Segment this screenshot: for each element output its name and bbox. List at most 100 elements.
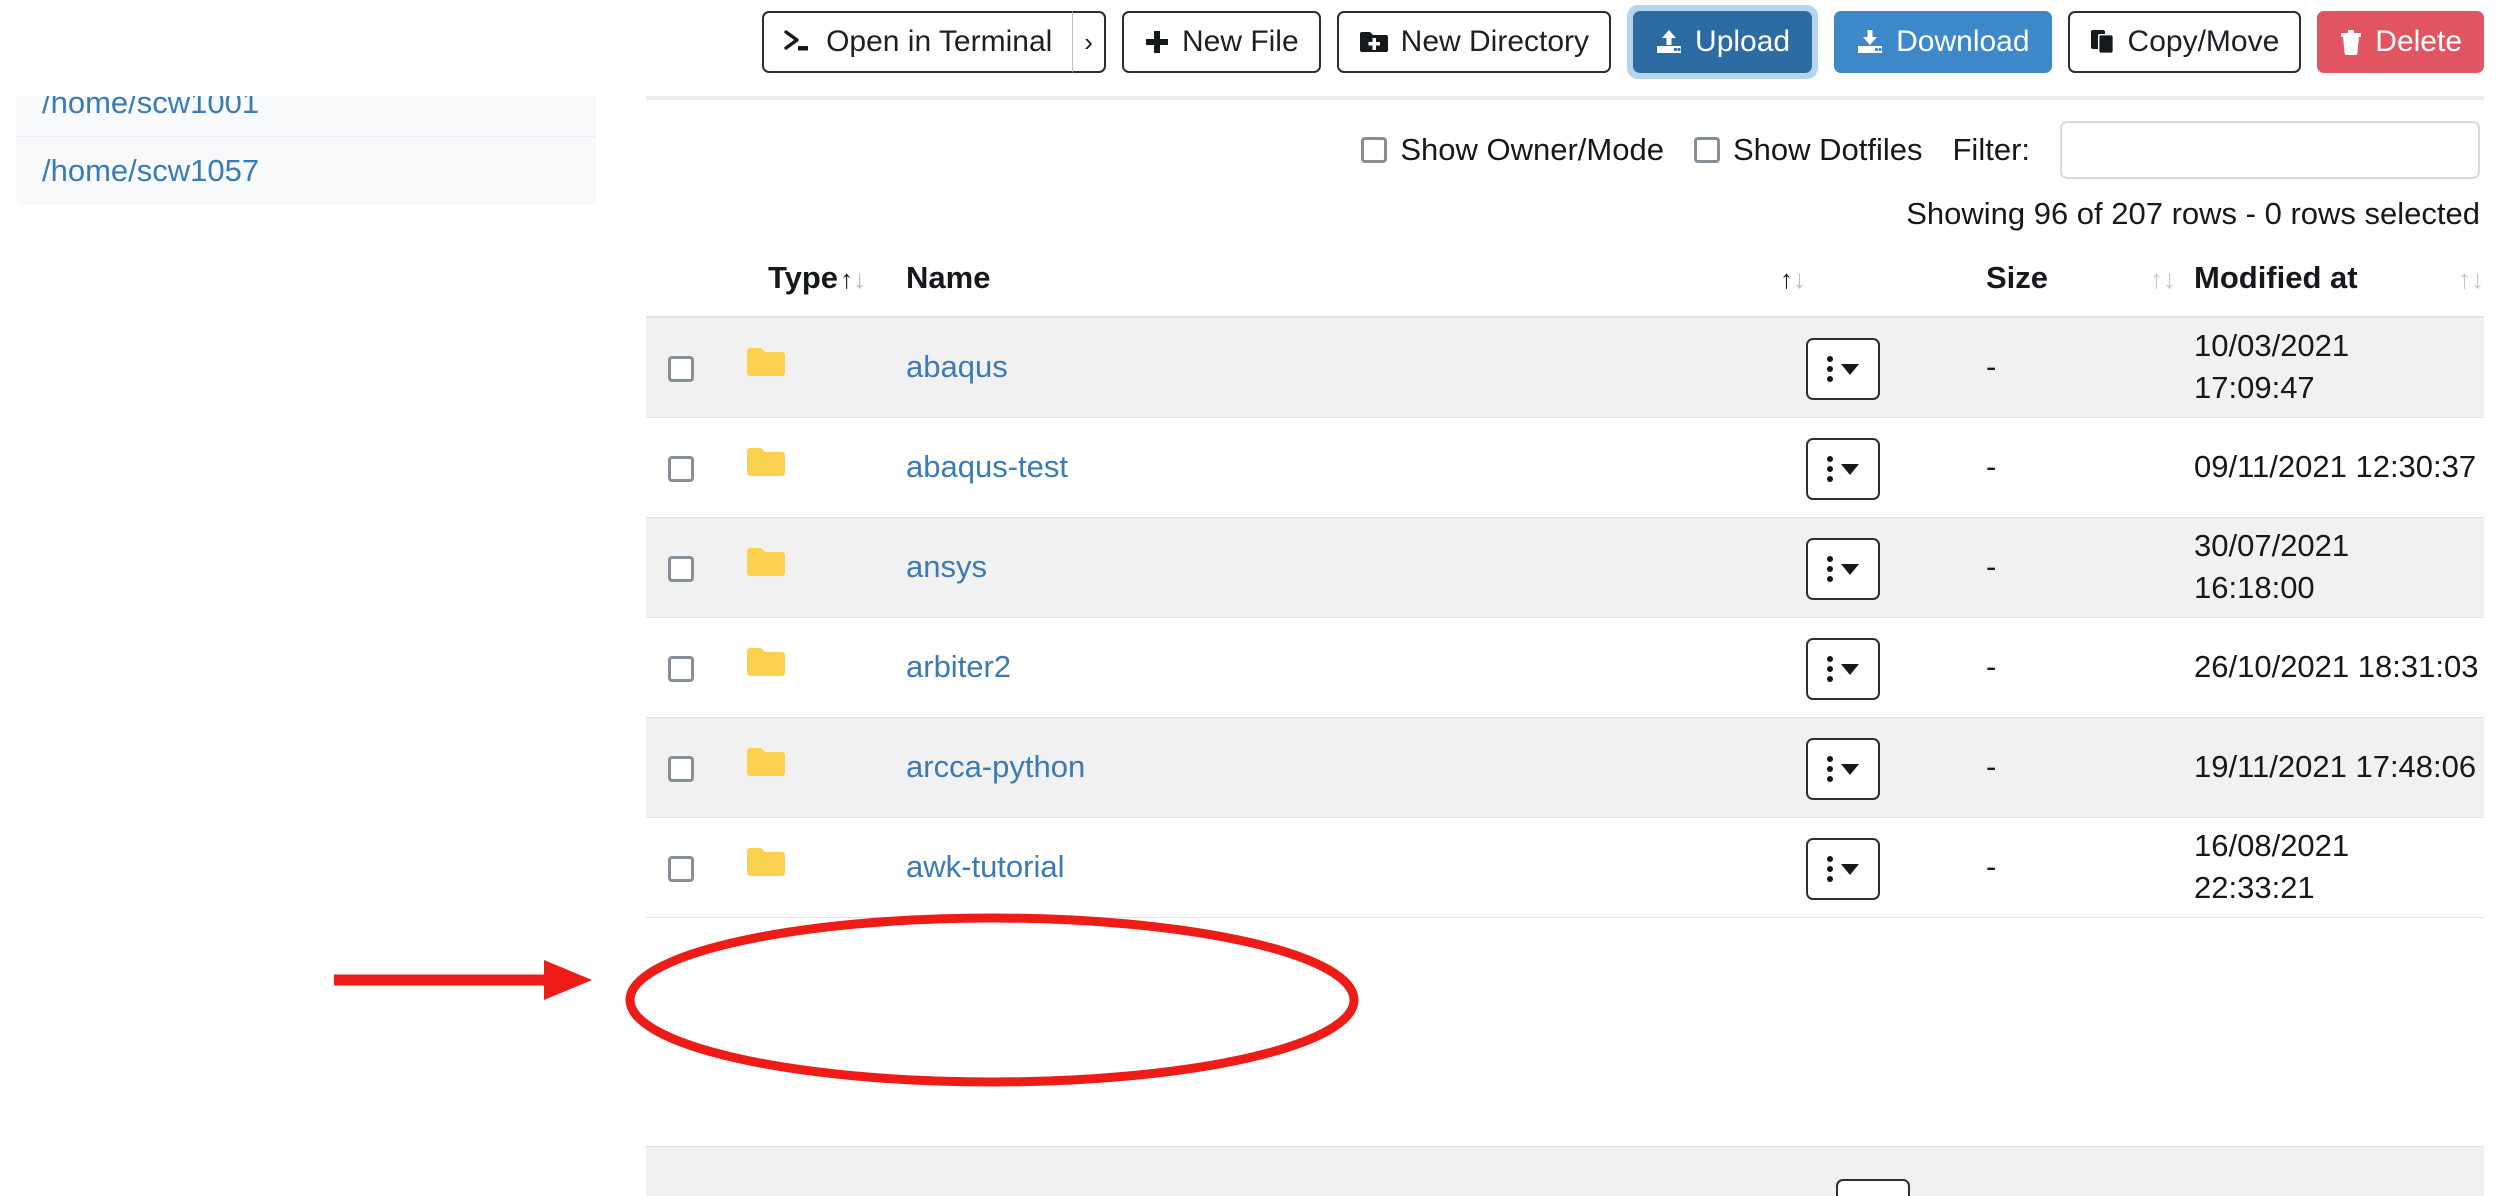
trash-icon bbox=[2339, 29, 2363, 55]
download-icon bbox=[1856, 29, 1884, 55]
file-link[interactable]: abaqus-test bbox=[906, 449, 1068, 484]
show-dotfiles-checkbox[interactable] bbox=[1693, 137, 1720, 163]
new-directory-button[interactable]: New Directory bbox=[1336, 11, 1612, 73]
row-select-checkbox[interactable] bbox=[668, 555, 694, 582]
upload-label: Upload bbox=[1695, 25, 1791, 58]
filter-input[interactable] bbox=[2060, 121, 2480, 179]
row-actions-kebab[interactable] bbox=[1806, 838, 1880, 900]
row-name-cell: arbiter2 bbox=[906, 617, 1806, 718]
kebab-dots-icon bbox=[1827, 456, 1833, 482]
table-row[interactable]: abaqus-test -09/11/2021 12:30:37 bbox=[646, 417, 2484, 518]
sort-desc-icon[interactable]: ↓ bbox=[2471, 266, 2484, 292]
row-size-cell: - bbox=[1986, 817, 2176, 918]
copy-icon bbox=[2090, 29, 2116, 55]
sort-toggle-name[interactable]: ↑ ↓ bbox=[1780, 266, 1806, 292]
sidebar-item-path-2[interactable]: /home/scw1057 bbox=[16, 136, 596, 206]
column-header-name[interactable]: Name ↑ ↓ bbox=[906, 246, 1806, 318]
table-row[interactable]: awk-tutorial -16/08/2021 22:33:21 bbox=[646, 817, 2484, 918]
row-select-cell bbox=[646, 717, 746, 818]
open-in-terminal-dropdown-toggle[interactable]: › bbox=[1073, 11, 1106, 73]
caret-down-icon bbox=[1841, 363, 1859, 375]
row-size-cell: - bbox=[1986, 517, 2176, 618]
row-modified-line: 19/11/2021 17:48:06 bbox=[2194, 749, 2477, 785]
row-select-checkbox[interactable] bbox=[668, 356, 694, 383]
row-actions-cell bbox=[1806, 717, 1986, 818]
download-button[interactable]: Download bbox=[1834, 11, 2052, 73]
row-modified-line: 22:33:21 bbox=[2194, 870, 2315, 905]
row-name-cell: abaqus-test bbox=[906, 417, 1806, 518]
row-actions-kebab[interactable] bbox=[1806, 538, 1880, 600]
file-link[interactable]: abaqus bbox=[906, 349, 1008, 384]
show-owner-mode-checkbox[interactable] bbox=[1361, 137, 1388, 163]
row-select-cell bbox=[646, 317, 746, 418]
sort-asc-icon[interactable]: ↑ bbox=[2458, 266, 2471, 292]
row-select-checkbox[interactable] bbox=[668, 455, 694, 482]
table-row[interactable]: ansys -30/07/2021 16:18:00 bbox=[646, 517, 2484, 618]
show-dotfiles-label: Show Dotfiles bbox=[1732, 132, 1923, 167]
sort-toggle-type[interactable]: ↑ ↓ bbox=[840, 266, 866, 292]
row-actions-kebab[interactable] bbox=[1806, 338, 1880, 401]
row-modified-line: 16/08/2021 bbox=[2194, 828, 2350, 864]
kebab-dots-icon bbox=[1827, 356, 1833, 383]
row-name-cell: awk-tutorial bbox=[906, 817, 1806, 918]
row-actions-kebab[interactable] bbox=[1806, 738, 1880, 800]
row-modified-line: 10/03/2021 bbox=[2194, 328, 2350, 364]
row-actions-cell bbox=[1806, 317, 1986, 418]
row-select-checkbox[interactable] bbox=[668, 755, 694, 782]
folder-icon bbox=[746, 447, 786, 479]
kebab-dots-icon bbox=[1827, 856, 1833, 882]
row-size-cell: - bbox=[1986, 317, 2176, 418]
row-actions-kebab[interactable] bbox=[1806, 638, 1880, 700]
show-owner-mode-label: Show Owner/Mode bbox=[1400, 132, 1664, 167]
delete-button[interactable]: Delete bbox=[2317, 11, 2484, 73]
column-header-type[interactable]: Type ↑ ↓ bbox=[746, 246, 906, 318]
open-in-terminal-button[interactable]: Open in Terminal bbox=[762, 11, 1074, 73]
row-modified-cell: 30/07/2021 16:18:00 bbox=[2176, 517, 2484, 618]
table-row[interactable]: arcca-python -19/11/2021 17:48:06 bbox=[646, 717, 2484, 818]
sort-toggle-modified[interactable]: ↑ ↓ bbox=[2458, 266, 2484, 292]
file-link[interactable]: arcca-python bbox=[906, 749, 1085, 784]
sort-desc-icon[interactable]: ↓ bbox=[1793, 266, 1806, 292]
annotation-arrow-pointer bbox=[334, 960, 592, 1000]
caret-down-icon bbox=[1841, 763, 1859, 775]
table-row[interactable]: abaqus -10/03/2021 17:09:47 bbox=[646, 317, 2484, 418]
row-modified-cell: 09/11/2021 12:30:37 bbox=[2176, 417, 2484, 518]
show-owner-mode-toggle[interactable]: Show Owner/Mode bbox=[1361, 132, 1664, 168]
sort-asc-icon[interactable]: ↑ bbox=[840, 266, 853, 292]
row-type-cell bbox=[746, 417, 906, 518]
file-link[interactable]: ansys bbox=[906, 549, 987, 584]
sort-asc-icon[interactable]: ↑ bbox=[2150, 266, 2163, 292]
sort-asc-icon[interactable]: ↑ bbox=[1780, 266, 1793, 292]
kebab-dots-icon bbox=[1827, 656, 1833, 682]
filter-label: Filter: bbox=[1952, 132, 2031, 167]
kebab-dots-icon bbox=[1827, 756, 1833, 782]
caret-down-icon bbox=[1841, 563, 1859, 575]
file-link[interactable]: arbiter2 bbox=[906, 649, 1011, 684]
show-dotfiles-toggle[interactable]: Show Dotfiles bbox=[1693, 132, 1923, 168]
files-table-header-row: Type ↑ ↓ Name ↑ ↓ Size ↑ ↓ Modified at ↑… bbox=[646, 246, 2484, 318]
row-actions-kebab-partial[interactable] bbox=[1836, 1179, 1910, 1196]
table-row[interactable]: arbiter2 -26/10/2021 18:31:03 bbox=[646, 617, 2484, 718]
folder-icon bbox=[746, 847, 786, 879]
row-select-checkbox[interactable] bbox=[668, 855, 694, 882]
column-header-actions bbox=[1806, 246, 1986, 318]
row-actions-kebab[interactable] bbox=[1806, 438, 1880, 500]
new-file-button[interactable]: New File bbox=[1121, 11, 1321, 73]
row-modified-line: 30/07/2021 bbox=[2194, 528, 2350, 564]
file-link[interactable]: awk-tutorial bbox=[906, 849, 1065, 884]
row-type-cell bbox=[746, 717, 906, 818]
upload-button[interactable]: Upload bbox=[1633, 11, 1813, 73]
delete-label: Delete bbox=[2375, 25, 2462, 58]
sort-toggle-size[interactable]: ↑ ↓ bbox=[2150, 266, 2176, 292]
row-modified-cell: 16/08/2021 22:33:21 bbox=[2176, 817, 2484, 918]
column-header-modified[interactable]: Modified at ↑ ↓ bbox=[2176, 246, 2484, 318]
folder-icon bbox=[746, 647, 786, 679]
row-type-cell bbox=[746, 817, 906, 918]
column-header-size[interactable]: Size ↑ ↓ bbox=[1986, 246, 2176, 318]
sort-desc-icon[interactable]: ↓ bbox=[853, 266, 866, 292]
copy-move-button[interactable]: Copy/Move bbox=[2067, 11, 2302, 73]
row-name-cell: arcca-python bbox=[906, 717, 1806, 818]
row-modified-cell: 26/10/2021 18:31:03 bbox=[2176, 617, 2484, 718]
row-select-checkbox[interactable] bbox=[668, 655, 694, 682]
sort-desc-icon[interactable]: ↓ bbox=[2163, 266, 2176, 292]
